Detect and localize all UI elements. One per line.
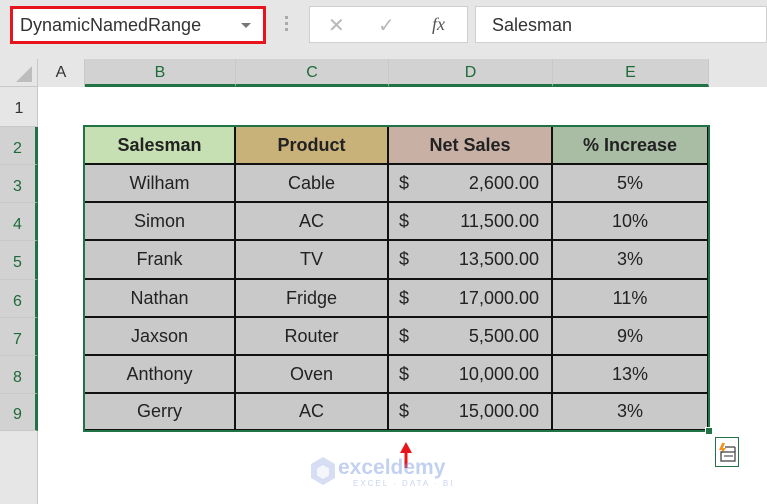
- exceldemy-logo-icon: [311, 457, 335, 485]
- net-sales-value: 11,500.00: [460, 210, 539, 231]
- currency-symbol: $: [399, 363, 410, 384]
- cell-salesman[interactable]: Jaxson: [85, 318, 236, 356]
- chevron-down-icon[interactable]: [241, 23, 251, 28]
- watermark: exceldemy EXCEL · DATA · BI: [310, 456, 452, 491]
- cell-percent-increase[interactable]: 10%: [553, 203, 709, 241]
- cell-salesman[interactable]: Gerry: [85, 394, 236, 431]
- net-sales-value: 17,000.00: [458, 287, 539, 308]
- quick-analysis-button[interactable]: [715, 437, 739, 467]
- cancel-icon[interactable]: ✕: [328, 13, 345, 38]
- net-sales-value: 10,000.00: [458, 363, 539, 384]
- column-header-a[interactable]: A: [38, 59, 85, 87]
- net-sales-value: 13,500.00: [458, 249, 539, 269]
- row-header-3[interactable]: 3: [0, 165, 38, 203]
- cell-percent-increase[interactable]: 11%: [553, 280, 709, 318]
- cell-product[interactable]: Router: [236, 318, 389, 356]
- cell-percent-increase[interactable]: 5%: [553, 165, 709, 203]
- column-header-b[interactable]: B: [85, 59, 236, 87]
- currency-symbol: $: [399, 287, 410, 308]
- cell-salesman[interactable]: Simon: [85, 203, 236, 241]
- cell-salesman[interactable]: Nathan: [85, 280, 236, 318]
- name-box[interactable]: DynamicNamedRange: [10, 6, 266, 44]
- cell-net-sales[interactable]: $10,000.00: [389, 356, 553, 394]
- cell-product[interactable]: Fridge: [236, 280, 389, 318]
- formula-buttons: ✕ ✓ fx: [309, 6, 468, 43]
- cell-percent-increase[interactable]: 3%: [553, 394, 709, 431]
- cell-product[interactable]: AC: [236, 394, 389, 431]
- cell-net-sales[interactable]: $5,500.00: [389, 318, 553, 356]
- select-all-button[interactable]: [0, 59, 38, 87]
- currency-symbol: $: [399, 210, 410, 231]
- formula-input[interactable]: Salesman: [475, 6, 767, 43]
- enter-icon[interactable]: ✓: [378, 13, 395, 38]
- row-header-5[interactable]: 5: [0, 241, 38, 280]
- column-headers: A B C D E: [0, 59, 767, 87]
- formula-value: Salesman: [492, 15, 573, 35]
- row-header-9[interactable]: 9: [0, 394, 38, 431]
- row-header-1[interactable]: 1: [0, 87, 38, 127]
- fill-handle[interactable]: [705, 427, 713, 435]
- column-header-e[interactable]: E: [553, 59, 709, 87]
- cell-net-sales[interactable]: $2,600.00: [389, 165, 553, 203]
- cell-salesman[interactable]: Anthony: [85, 356, 236, 394]
- net-sales-value: 15,000.00: [458, 401, 539, 421]
- cell-percent-increase[interactable]: 9%: [553, 318, 709, 356]
- row-header-2[interactable]: 2: [0, 127, 38, 165]
- cell-net-sales[interactable]: $17,000.00: [389, 280, 553, 318]
- column-header-d[interactable]: D: [389, 59, 553, 87]
- cell-salesman[interactable]: Frank: [85, 241, 236, 280]
- insert-function-icon[interactable]: fx: [432, 14, 445, 35]
- grip-icon[interactable]: [285, 16, 288, 34]
- row-headers: 1 2 3 4 5 6 7 8 9: [0, 87, 38, 504]
- row-header-4[interactable]: 4: [0, 203, 38, 241]
- cell-net-sales[interactable]: $13,500.00: [389, 241, 553, 280]
- cell-net-sales[interactable]: $15,000.00: [389, 394, 553, 431]
- cell-product[interactable]: Oven: [236, 356, 389, 394]
- column-header-c[interactable]: C: [236, 59, 389, 87]
- cell-product[interactable]: Cable: [236, 165, 389, 203]
- header-salesman[interactable]: Salesman: [85, 127, 236, 165]
- currency-symbol: $: [399, 249, 410, 269]
- formula-toolbar: DynamicNamedRange ✕ ✓ fx Salesman: [0, 0, 767, 59]
- cell-percent-increase[interactable]: 3%: [553, 241, 709, 280]
- watermark-name: exceldemy: [338, 456, 446, 479]
- currency-symbol: $: [399, 172, 410, 193]
- quick-analysis-icon: [719, 443, 736, 462]
- row-header-6[interactable]: 6: [0, 280, 38, 318]
- header-product[interactable]: Product: [236, 127, 389, 165]
- net-sales-value: 2,600.00: [468, 172, 539, 193]
- net-sales-value: 5,500.00: [468, 325, 539, 346]
- currency-symbol: $: [399, 325, 410, 346]
- header-percent-increase[interactable]: % Increase: [553, 127, 709, 165]
- cell-net-sales[interactable]: $11,500.00: [389, 203, 553, 241]
- watermark-tagline: EXCEL · DATA · BI: [353, 479, 455, 488]
- name-box-value: DynamicNamedRange: [20, 15, 202, 35]
- cell-salesman[interactable]: Wilham: [85, 165, 236, 203]
- cell-product[interactable]: TV: [236, 241, 389, 280]
- header-net-sales[interactable]: Net Sales: [389, 127, 553, 165]
- cell-percent-increase[interactable]: 13%: [553, 356, 709, 394]
- currency-symbol: $: [399, 401, 410, 421]
- cell-product[interactable]: AC: [236, 203, 389, 241]
- row-header-8[interactable]: 8: [0, 356, 38, 394]
- row-header-7[interactable]: 7: [0, 318, 38, 356]
